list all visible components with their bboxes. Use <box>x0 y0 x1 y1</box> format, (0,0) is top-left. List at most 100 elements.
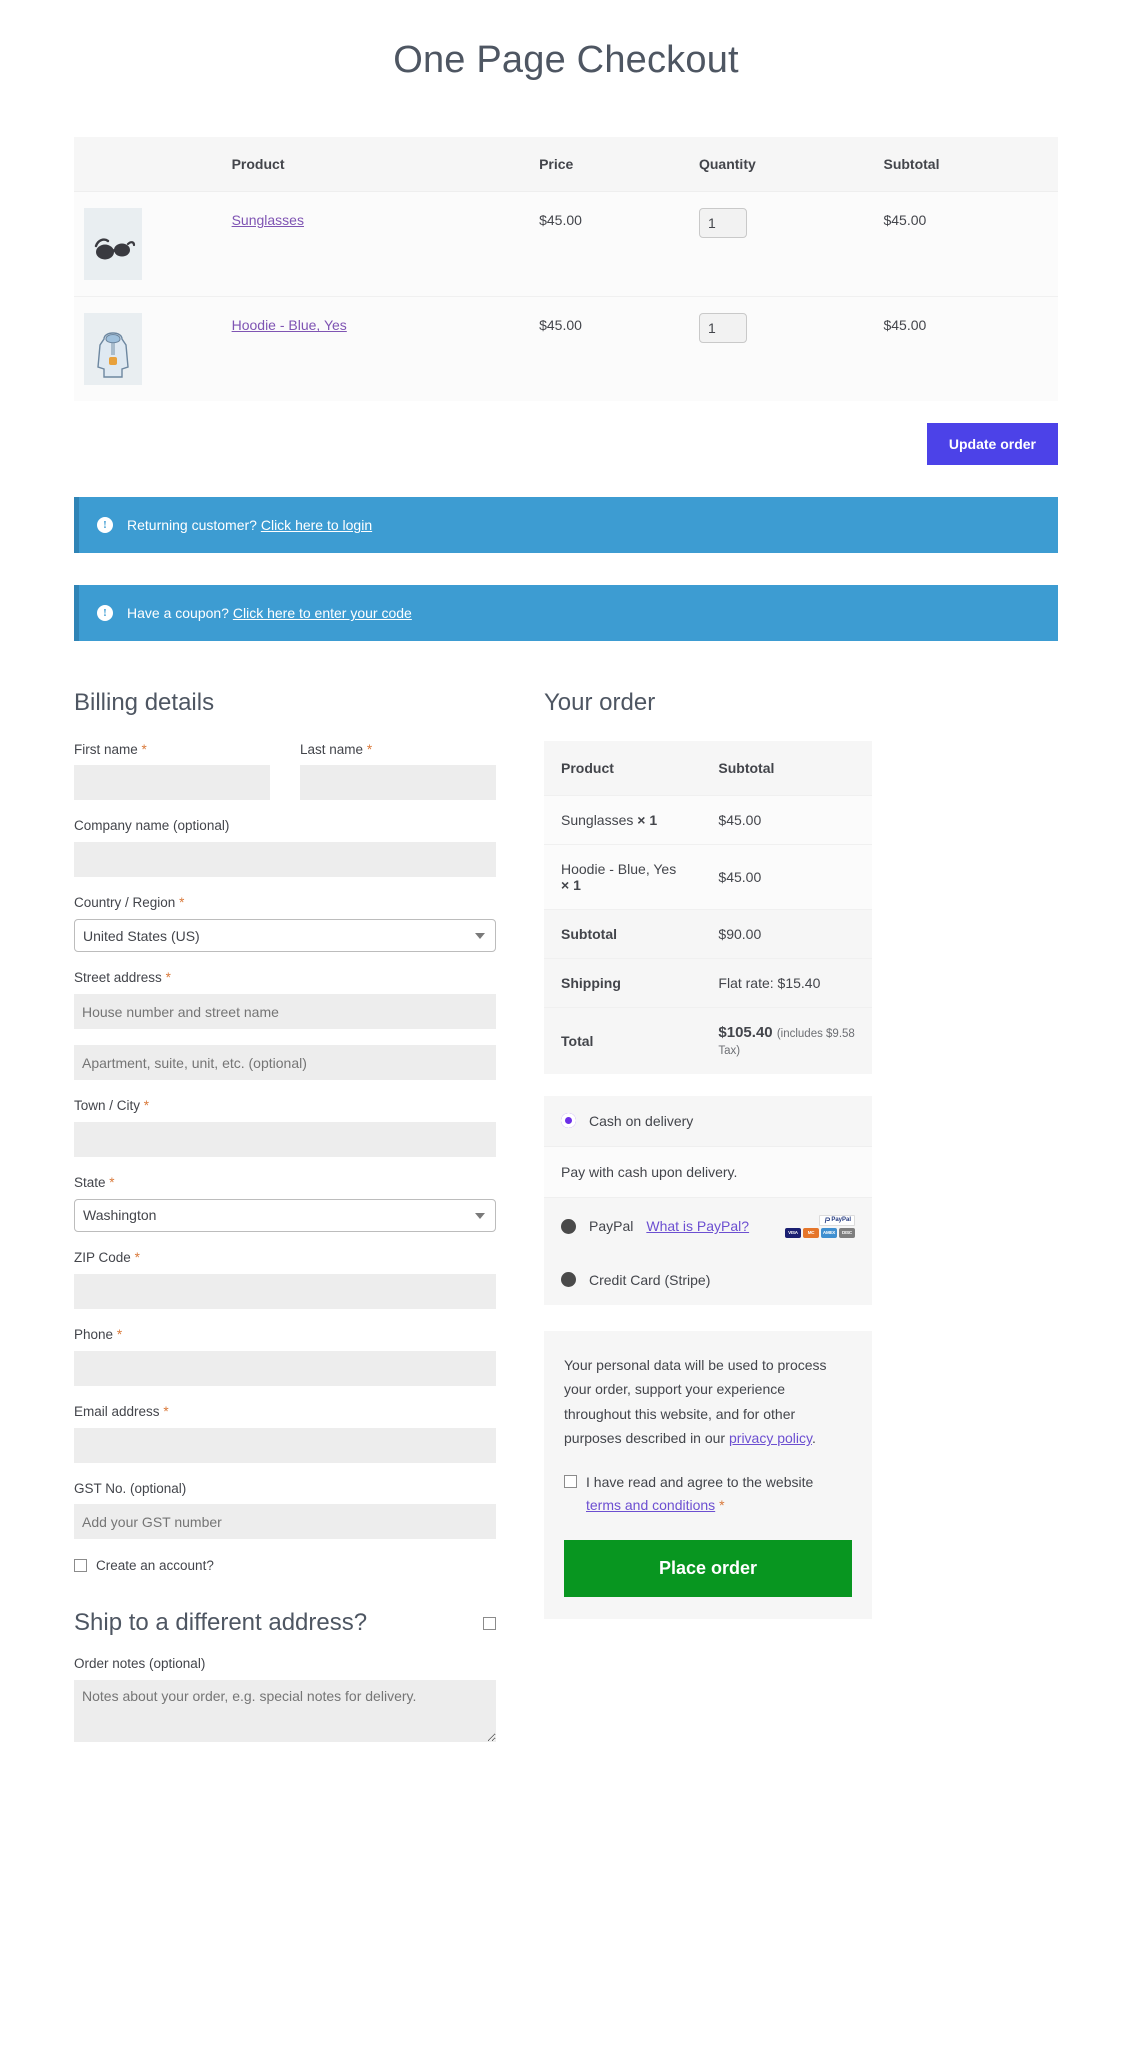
zip-field-group: ZIP Code * <box>74 1249 496 1309</box>
cart-header-subtotal: Subtotal <box>873 137 1058 192</box>
street-address-2-input[interactable] <box>74 1045 496 1081</box>
radio-selected-icon[interactable] <box>561 1113 576 1129</box>
first-name-label-text: First name <box>74 741 138 757</box>
privacy-policy-text: Your personal data will be used to proce… <box>564 1353 852 1451</box>
create-account-row[interactable]: Create an account? <box>74 1558 496 1573</box>
ship-different-address-checkbox[interactable] <box>483 1616 496 1630</box>
required-marker: * <box>116 1326 123 1342</box>
state-field-group: State * Washington <box>74 1174 496 1232</box>
cart-header-product: Product <box>221 137 530 192</box>
hoodie-thumbnail[interactable] <box>84 313 142 386</box>
city-field-group: Town / City * <box>74 1097 496 1158</box>
order-notes-label: Order notes (optional) <box>74 1655 206 1671</box>
order-shipping-amount: Flat rate: $15.40 <box>701 957 872 1008</box>
coupon-notice: ! Have a coupon? Click here to enter you… <box>74 585 1058 642</box>
zip-input[interactable] <box>74 1273 496 1309</box>
order-shipping-row: Shipping Flat rate: $15.40 <box>544 957 872 1008</box>
create-account-label: Create an account? <box>96 1558 214 1574</box>
login-link[interactable]: Click here to login <box>261 517 372 533</box>
company-field-group: Company name (optional) <box>74 817 496 878</box>
payment-method-stripe[interactable]: Credit Card (Stripe) <box>544 1255 872 1305</box>
order-subtotal-amount: $90.00 <box>701 908 872 959</box>
what-is-paypal-link[interactable]: What is PayPal? <box>646 1218 749 1234</box>
paypal-card-icons: PayPal VISA MC AMEX DISC <box>785 1214 855 1238</box>
privacy-and-submit: Your personal data will be used to proce… <box>544 1330 872 1620</box>
create-account-checkbox[interactable] <box>74 1559 87 1573</box>
phone-input[interactable] <box>74 1350 496 1386</box>
table-row: Sunglasses × 1 $45.00 <box>544 794 872 845</box>
first-name-input[interactable] <box>74 765 270 801</box>
page-title: One Page Checkout <box>393 39 739 81</box>
state-label: State * <box>74 1174 496 1193</box>
country-select[interactable]: United States (US) <box>74 919 496 953</box>
product-link-sunglasses[interactable]: Sunglasses <box>232 212 304 228</box>
gst-label: GST No. (optional) <box>74 1480 187 1496</box>
cart-table-body: Sunglasses $45.00 $45.00 <box>74 191 1058 402</box>
order-header-row: Product Subtotal <box>544 740 872 796</box>
order-line-quantity: × 1 <box>561 876 581 893</box>
coupon-notice-text: Have a coupon? Click here to enter your … <box>127 605 412 621</box>
terms-checkbox[interactable] <box>564 1474 577 1488</box>
cart-table-head: Product Price Quantity Subtotal <box>74 137 1058 192</box>
order-shipping-label: Shipping <box>544 957 702 1008</box>
required-marker: * <box>141 741 147 757</box>
radio-unselected-icon[interactable] <box>561 1218 576 1234</box>
phone-label-text: Phone <box>74 1326 114 1342</box>
email-field[interactable] <box>74 1427 496 1463</box>
payment-method-paypal[interactable]: PayPal What is PayPal? PayPal VISA MC AM… <box>544 1198 872 1255</box>
required-marker: * <box>143 1098 150 1114</box>
update-order-button[interactable]: Update order <box>926 423 1058 466</box>
order-review-column: Your order Product Subtotal Sunglasses ×… <box>544 687 872 1620</box>
billing-column: Billing details First name * Last name * <box>74 687 496 1758</box>
privacy-text-after: . <box>812 1430 816 1447</box>
cart-cell-product: Sunglasses <box>221 191 530 297</box>
sunglasses-thumbnail[interactable] <box>84 208 142 281</box>
coupon-notice-label: Have a coupon? <box>127 605 229 622</box>
street-address-field-group: Street address * <box>74 969 496 1081</box>
state-select[interactable]: Washington <box>74 1198 496 1232</box>
cart-header-quantity: Quantity <box>688 137 874 192</box>
gst-input[interactable] <box>74 1504 496 1540</box>
checkout-page: One Page Checkout Product Price Quantity… <box>0 0 1132 1759</box>
city-input[interactable] <box>74 1122 496 1158</box>
cart-cell-price: $45.00 <box>529 191 689 297</box>
cart-header-price: Price <box>529 137 689 192</box>
street-address-label: Street address * <box>74 969 496 988</box>
order-notes-textarea[interactable] <box>74 1679 496 1742</box>
place-order-button[interactable]: Place order <box>564 1540 852 1598</box>
billing-details-title: Billing details <box>74 689 215 717</box>
terms-text: I have read and agree to the website ter… <box>586 1471 852 1519</box>
order-line-amount: $45.00 <box>701 843 872 910</box>
required-marker: * <box>109 1175 115 1191</box>
product-link-hoodie[interactable]: Hoodie - Blue, Yes <box>232 317 347 333</box>
your-order-title: Your order <box>544 689 656 717</box>
last-name-field-group: Last name * <box>300 741 496 801</box>
quantity-stepper-hoodie[interactable] <box>698 313 747 344</box>
first-name-field-group: First name * <box>74 741 270 801</box>
cart-table: Product Price Quantity Subtotal Sunglass… <box>74 137 1058 402</box>
cart-cell-subtotal: $45.00 <box>873 191 1058 297</box>
cart-cell-price: $45.00 <box>529 296 689 402</box>
order-line-product-label: Hoodie - Blue, Yes <box>561 860 677 877</box>
login-notice: ! Returning customer? Click here to logi… <box>74 497 1058 554</box>
terms-and-conditions-link[interactable]: terms and conditions <box>586 1497 715 1513</box>
payment-method-cod[interactable]: Cash on delivery <box>544 1095 872 1146</box>
order-line-name: Hoodie - Blue, Yes × 1 <box>544 843 702 910</box>
street-address-input[interactable] <box>74 994 496 1030</box>
company-input[interactable] <box>74 842 496 878</box>
privacy-policy-link[interactable]: privacy policy <box>729 1430 812 1446</box>
coupon-link[interactable]: Click here to enter your code <box>233 605 412 621</box>
checkout-columns: Billing details First name * Last name * <box>74 687 1058 1758</box>
order-table-body: Sunglasses × 1 $45.00 Hoodie - Blue, Yes… <box>544 794 872 1074</box>
required-marker: * <box>366 741 373 757</box>
order-total-amount-cell: $105.40 (includes $9.58 Tax) <box>701 1006 872 1074</box>
last-name-input[interactable] <box>300 765 496 801</box>
company-label: Company name (optional) <box>74 818 230 834</box>
info-icon: ! <box>97 517 113 534</box>
zip-label: ZIP Code * <box>74 1249 496 1268</box>
quantity-stepper-sunglasses[interactable] <box>698 208 747 239</box>
radio-unselected-icon[interactable] <box>561 1272 576 1288</box>
paypal-logo-text: PayPal <box>831 1217 851 1224</box>
country-field-group: Country / Region * United States (US) <box>74 894 496 953</box>
payment-cod-description: Pay with cash upon delivery. <box>544 1145 872 1198</box>
